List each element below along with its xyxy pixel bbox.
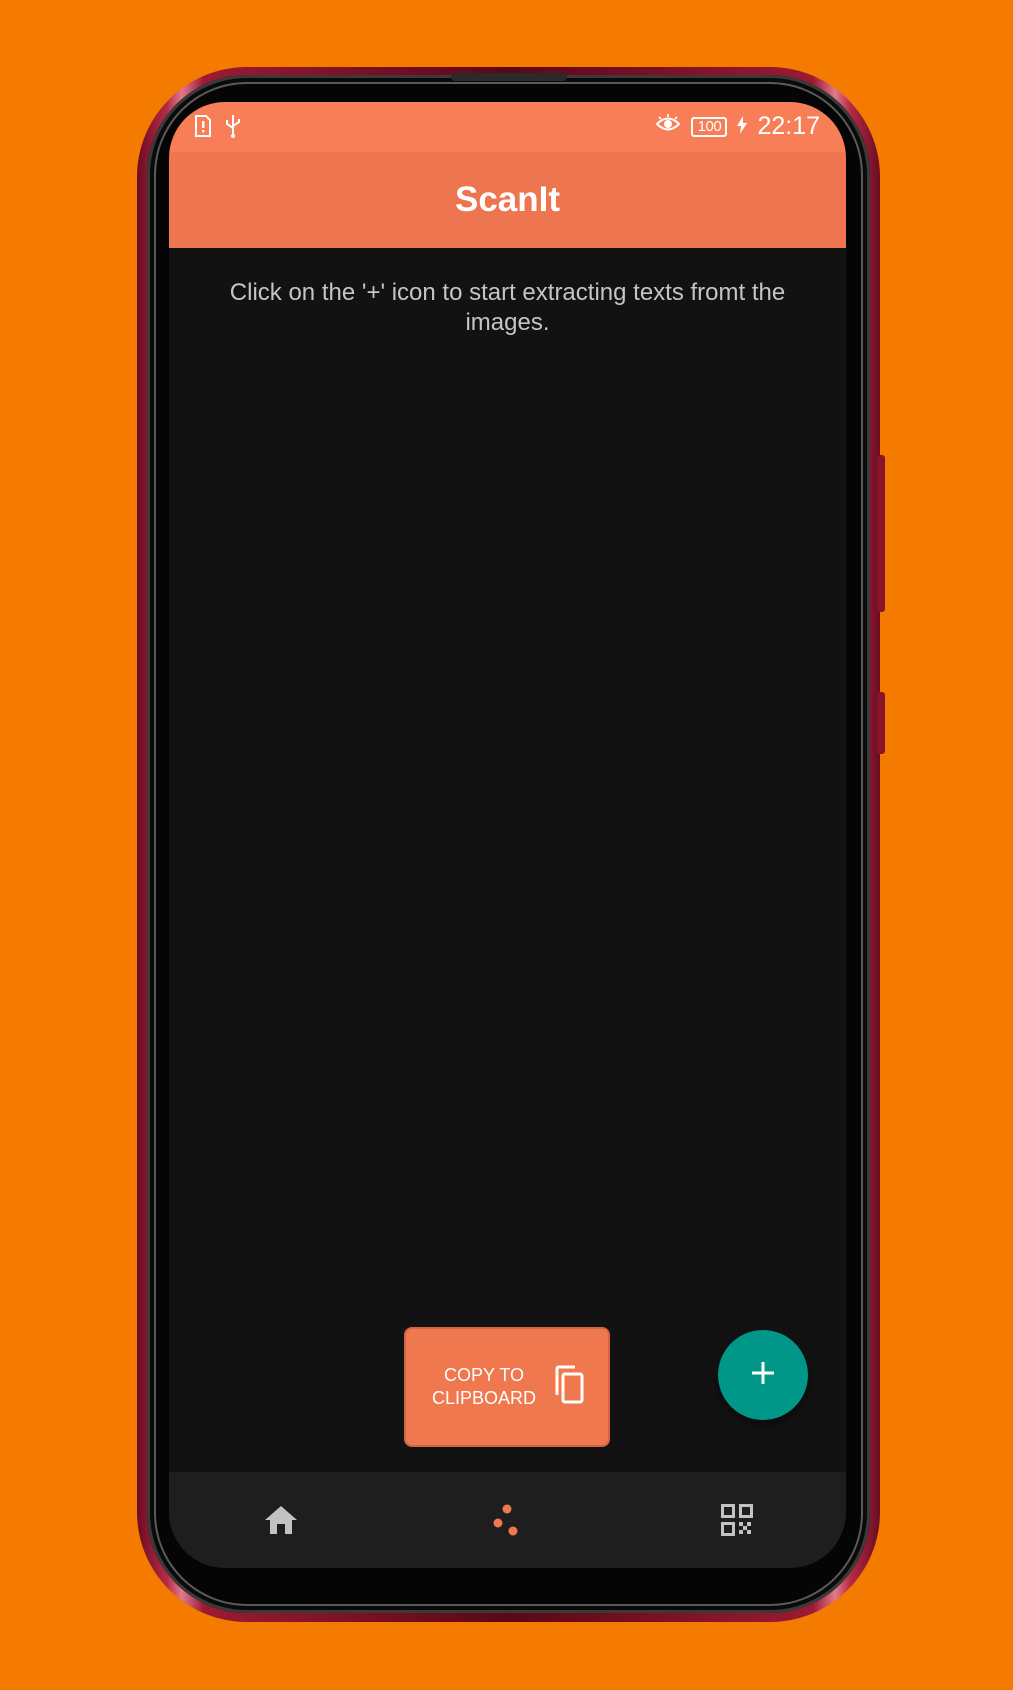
- power-button: [877, 692, 885, 754]
- earpiece-speaker: [451, 73, 567, 81]
- bottom-navigation: [169, 1472, 846, 1568]
- app-bar: ScanIt: [169, 152, 846, 248]
- volume-button: [877, 455, 885, 612]
- sim-alert-icon: [195, 115, 211, 142]
- status-bar: 100 22:17: [169, 102, 846, 152]
- nav-qr-scan[interactable]: [717, 1502, 757, 1542]
- nav-extract[interactable]: [487, 1502, 527, 1542]
- scatter-dots-icon: [492, 1503, 522, 1542]
- copy-to-clipboard-button[interactable]: COPY TO CLIPBOARD: [404, 1327, 610, 1447]
- home-icon: [264, 1505, 298, 1540]
- phone-screen: 100 22:17 ScanIt Click on the '+' icon t…: [169, 102, 846, 1568]
- add-image-fab[interactable]: [718, 1330, 808, 1420]
- usb-icon: [225, 114, 241, 143]
- eye-comfort-icon: [655, 112, 681, 141]
- charging-icon: [737, 112, 748, 141]
- nav-home[interactable]: [261, 1502, 301, 1542]
- qr-code-icon: [721, 1503, 753, 1541]
- copy-button-label: COPY TO CLIPBOARD: [431, 1365, 537, 1408]
- status-time: 22:17: [757, 112, 820, 140]
- empty-state-hint: Click on the '+' icon to start extractin…: [229, 279, 786, 336]
- battery-indicator: 100: [691, 116, 728, 137]
- copy-icon: [553, 1365, 585, 1410]
- app-title: ScanIt: [454, 180, 561, 219]
- plus-icon: [750, 1360, 776, 1391]
